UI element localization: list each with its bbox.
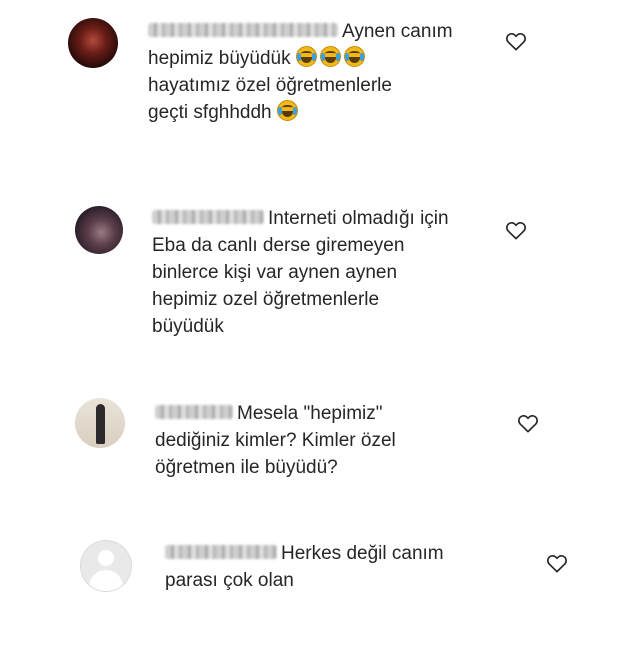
comment-text: Aynen canım hepimiz büyüdük hayatımız öz… bbox=[148, 18, 488, 126]
comment-body: Interneti olmadığı için Eba da canlı der… bbox=[152, 208, 449, 337]
comment-line: hepimiz büyüdük bbox=[148, 48, 291, 69]
heart-outline-icon[interactable] bbox=[546, 553, 568, 573]
username-blurred[interactable] bbox=[165, 544, 277, 559]
username-blurred[interactable] bbox=[152, 209, 264, 224]
avatar[interactable] bbox=[68, 18, 118, 68]
face-with-tears-of-joy-icon bbox=[295, 46, 317, 68]
heart-outline-icon[interactable] bbox=[517, 413, 539, 433]
comment-text: Mesela "hepimiz" dediğiniz kimler? Kimle… bbox=[155, 400, 495, 481]
avatar[interactable] bbox=[75, 398, 125, 448]
comment-line: hayatımız özel öğretmenlerle bbox=[148, 75, 392, 96]
comment-line: Aynen canım bbox=[342, 21, 453, 42]
face-with-tears-of-joy-icon bbox=[343, 46, 365, 68]
default-avatar-icon[interactable] bbox=[80, 540, 132, 592]
heart-outline-icon[interactable] bbox=[505, 220, 527, 240]
face-with-tears-of-joy-icon bbox=[319, 46, 341, 68]
face-with-tears-of-joy-icon bbox=[276, 100, 298, 122]
comment-line: geçti sfghhddh bbox=[148, 102, 272, 123]
heart-outline-icon[interactable] bbox=[505, 31, 527, 51]
username-blurred[interactable] bbox=[155, 404, 233, 419]
username-blurred[interactable] bbox=[148, 22, 338, 37]
comment-text: Interneti olmadığı için Eba da canlı der… bbox=[152, 205, 492, 340]
avatar[interactable] bbox=[75, 206, 123, 254]
comment-text: Herkes değil canım parası çok olan bbox=[165, 540, 505, 594]
